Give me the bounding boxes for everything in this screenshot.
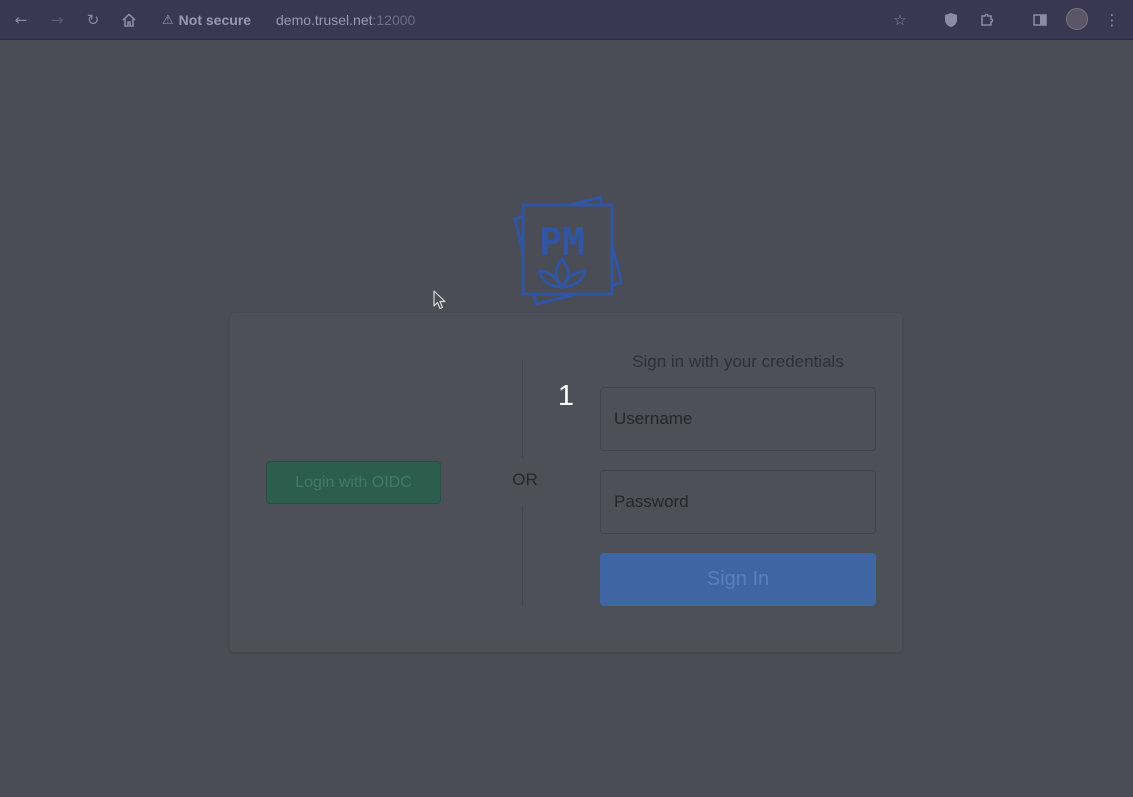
warning-icon: ⚠ bbox=[162, 12, 174, 28]
puzzle-icon[interactable] bbox=[975, 8, 999, 32]
shield-extension-icon[interactable] bbox=[939, 8, 963, 32]
url-port: :12000 bbox=[372, 12, 416, 28]
arrow-right-icon[interactable]: → bbox=[45, 8, 69, 32]
avatar[interactable] bbox=[1066, 8, 1088, 30]
address-bar[interactable]: demo.trusel.net:12000 bbox=[276, 10, 415, 30]
kebab-menu-icon[interactable]: ⋮ bbox=[1100, 8, 1124, 32]
divider bbox=[522, 506, 523, 606]
or-label: OR bbox=[512, 470, 538, 489]
mouse-cursor-icon bbox=[433, 290, 446, 310]
signin-heading: Sign in with your credentials bbox=[632, 352, 844, 371]
star-icon[interactable]: ☆ bbox=[888, 8, 912, 32]
reload-icon[interactable]: ↻ bbox=[81, 8, 105, 32]
sidepanel-icon[interactable] bbox=[1028, 8, 1052, 32]
url-host: demo.trusel.net bbox=[276, 12, 373, 28]
signin-button[interactable]: Sign In bbox=[600, 553, 876, 606]
step-number: 1 bbox=[557, 380, 575, 412]
security-label: Not secure bbox=[178, 12, 252, 28]
divider bbox=[522, 360, 523, 458]
home-icon[interactable] bbox=[117, 8, 141, 32]
browser-toolbar: ← → ↻ ⚠ Not secure demo.trusel.net:12000… bbox=[0, 0, 1133, 40]
security-indicator[interactable]: ⚠ Not secure bbox=[162, 10, 251, 30]
pm-logo: PM bbox=[512, 195, 624, 306]
password-input[interactable] bbox=[600, 470, 876, 534]
arrow-left-icon[interactable]: ← bbox=[9, 8, 33, 32]
username-input[interactable] bbox=[600, 387, 876, 451]
login-oidc-button[interactable]: Login with OIDC bbox=[266, 461, 441, 504]
